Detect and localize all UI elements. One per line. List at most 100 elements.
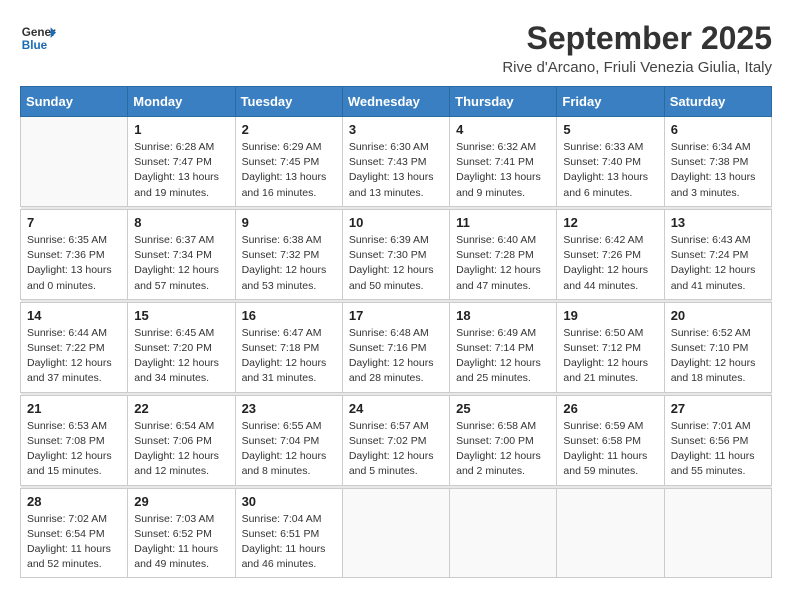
day-info: Sunrise: 6:55 AMSunset: 7:04 PMDaylight:…	[242, 419, 336, 480]
day-number: 24	[349, 401, 443, 416]
calendar-week-row: 14Sunrise: 6:44 AMSunset: 7:22 PMDayligh…	[21, 302, 772, 392]
calendar-week-row: 28 Sunrise: 7:02 AMSunset: 6:54 PMDayligh…	[21, 488, 772, 578]
day-info: Sunrise: 6:45 AMSunset: 7:20 PMDaylight:…	[134, 326, 228, 387]
calendar-cell: 8 Sunrise: 6:37 AMSunset: 7:34 PMDaylight…	[128, 209, 235, 299]
calendar-cell: 30 Sunrise: 7:04 AMSunset: 6:51 PMDayligh…	[235, 488, 342, 578]
day-info: Sunrise: 6:58 AMSunset: 7:00 PMDaylight:…	[456, 419, 550, 480]
day-number: 7	[27, 215, 121, 230]
calendar-week-row: 21 Sunrise: 6:53 AMSunset: 7:08 PMDayligh…	[21, 395, 772, 485]
day-number: 23	[242, 401, 336, 416]
calendar-cell: 26 Sunrise: 6:59 AMSunset: 6:58 PMDayligh…	[557, 395, 664, 485]
calendar-cell: 13 Sunrise: 6:43 AMSunset: 7:24 PMDayligh…	[664, 209, 771, 299]
day-number: 26	[563, 401, 657, 416]
day-info: Sunrise: 6:53 AMSunset: 7:08 PMDaylight:…	[27, 419, 121, 480]
calendar-cell: 21 Sunrise: 6:53 AMSunset: 7:08 PMDayligh…	[21, 395, 128, 485]
day-info: Sunrise: 6:37 AMSunset: 7:34 PMDaylight:…	[134, 233, 228, 294]
calendar-title: September 2025	[502, 20, 772, 57]
calendar-cell: 24 Sunrise: 6:57 AMSunset: 7:02 PMDayligh…	[342, 395, 449, 485]
day-number: 16	[242, 308, 336, 323]
page-header: General Blue September 2025 Rive d'Arcan…	[20, 20, 772, 76]
calendar-table: SundayMondayTuesdayWednesdayThursdayFrid…	[20, 86, 772, 578]
day-number: 18	[456, 308, 550, 323]
day-number: 27	[671, 401, 765, 416]
calendar-cell: 23 Sunrise: 6:55 AMSunset: 7:04 PMDayligh…	[235, 395, 342, 485]
calendar-cell: 11Sunrise: 6:40 AMSunset: 7:28 PMDayligh…	[450, 209, 557, 299]
day-info: Sunrise: 6:39 AMSunset: 7:30 PMDaylight:…	[349, 233, 443, 294]
calendar-cell: 3 Sunrise: 6:30 AMSunset: 7:43 PMDaylight…	[342, 117, 449, 207]
logo: General Blue	[20, 20, 56, 56]
calendar-cell: 25 Sunrise: 6:58 AMSunset: 7:00 PMDayligh…	[450, 395, 557, 485]
calendar-cell	[450, 488, 557, 578]
day-info: Sunrise: 6:34 AMSunset: 7:38 PMDaylight:…	[671, 140, 765, 201]
day-number: 29	[134, 494, 228, 509]
day-number: 6	[671, 122, 765, 137]
calendar-subtitle: Rive d'Arcano, Friuli Venezia Giulia, It…	[502, 59, 772, 76]
day-info: Sunrise: 6:29 AMSunset: 7:45 PMDaylight:…	[242, 140, 336, 201]
day-info: Sunrise: 6:32 AMSunset: 7:41 PMDaylight:…	[456, 140, 550, 201]
day-info: Sunrise: 7:01 AMSunset: 6:56 PMDaylight:…	[671, 419, 765, 480]
day-number: 8	[134, 215, 228, 230]
day-number: 28	[27, 494, 121, 509]
day-number: 21	[27, 401, 121, 416]
day-info: Sunrise: 6:57 AMSunset: 7:02 PMDaylight:…	[349, 419, 443, 480]
calendar-cell: 2 Sunrise: 6:29 AMSunset: 7:45 PMDaylight…	[235, 117, 342, 207]
calendar-cell: 27 Sunrise: 7:01 AMSunset: 6:56 PMDayligh…	[664, 395, 771, 485]
column-header-tuesday: Tuesday	[235, 87, 342, 117]
day-info: Sunrise: 6:30 AMSunset: 7:43 PMDaylight:…	[349, 140, 443, 201]
day-number: 20	[671, 308, 765, 323]
svg-text:Blue: Blue	[22, 39, 48, 52]
day-info: Sunrise: 6:48 AMSunset: 7:16 PMDaylight:…	[349, 326, 443, 387]
calendar-cell: 10 Sunrise: 6:39 AMSunset: 7:30 PMDayligh…	[342, 209, 449, 299]
day-number: 4	[456, 122, 550, 137]
day-info: Sunrise: 7:02 AMSunset: 6:54 PMDaylight:…	[27, 512, 121, 573]
day-number: 13	[671, 215, 765, 230]
day-number: 12	[563, 215, 657, 230]
calendar-cell	[21, 117, 128, 207]
day-number: 5	[563, 122, 657, 137]
calendar-cell: 15 Sunrise: 6:45 AMSunset: 7:20 PMDayligh…	[128, 302, 235, 392]
day-info: Sunrise: 6:50 AMSunset: 7:12 PMDaylight:…	[563, 326, 657, 387]
calendar-cell	[557, 488, 664, 578]
calendar-cell: 5 Sunrise: 6:33 AMSunset: 7:40 PMDaylight…	[557, 117, 664, 207]
day-info: Sunrise: 6:43 AMSunset: 7:24 PMDaylight:…	[671, 233, 765, 294]
day-info: Sunrise: 6:38 AMSunset: 7:32 PMDaylight:…	[242, 233, 336, 294]
day-info: Sunrise: 6:59 AMSunset: 6:58 PMDaylight:…	[563, 419, 657, 480]
day-info: Sunrise: 6:40 AMSunset: 7:28 PMDaylight:…	[456, 233, 550, 294]
logo-icon: General Blue	[20, 20, 56, 56]
column-header-sunday: Sunday	[21, 87, 128, 117]
column-header-saturday: Saturday	[664, 87, 771, 117]
calendar-cell: 17 Sunrise: 6:48 AMSunset: 7:16 PMDayligh…	[342, 302, 449, 392]
day-info: Sunrise: 6:33 AMSunset: 7:40 PMDaylight:…	[563, 140, 657, 201]
calendar-cell: 29 Sunrise: 7:03 AMSunset: 6:52 PMDayligh…	[128, 488, 235, 578]
calendar-cell: 28 Sunrise: 7:02 AMSunset: 6:54 PMDayligh…	[21, 488, 128, 578]
day-info: Sunrise: 6:49 AMSunset: 7:14 PMDaylight:…	[456, 326, 550, 387]
calendar-cell: 16Sunrise: 6:47 AMSunset: 7:18 PMDayligh…	[235, 302, 342, 392]
day-number: 22	[134, 401, 228, 416]
calendar-cell: 22Sunrise: 6:54 AMSunset: 7:06 PMDayligh…	[128, 395, 235, 485]
calendar-cell: 18 Sunrise: 6:49 AMSunset: 7:14 PMDayligh…	[450, 302, 557, 392]
day-info: Sunrise: 6:52 AMSunset: 7:10 PMDaylight:…	[671, 326, 765, 387]
day-number: 17	[349, 308, 443, 323]
calendar-cell	[342, 488, 449, 578]
day-number: 30	[242, 494, 336, 509]
calendar-cell: 9Sunrise: 6:38 AMSunset: 7:32 PMDaylight…	[235, 209, 342, 299]
calendar-cell: 14Sunrise: 6:44 AMSunset: 7:22 PMDayligh…	[21, 302, 128, 392]
day-info: Sunrise: 7:03 AMSunset: 6:52 PMDaylight:…	[134, 512, 228, 573]
day-info: Sunrise: 7:04 AMSunset: 6:51 PMDaylight:…	[242, 512, 336, 573]
calendar-cell: 7 Sunrise: 6:35 AMSunset: 7:36 PMDaylight…	[21, 209, 128, 299]
column-header-friday: Friday	[557, 87, 664, 117]
day-number: 25	[456, 401, 550, 416]
calendar-week-row: 7 Sunrise: 6:35 AMSunset: 7:36 PMDaylight…	[21, 209, 772, 299]
day-info: Sunrise: 6:28 AMSunset: 7:47 PMDaylight:…	[134, 140, 228, 201]
day-number: 3	[349, 122, 443, 137]
day-info: Sunrise: 6:35 AMSunset: 7:36 PMDaylight:…	[27, 233, 121, 294]
calendar-cell: 19Sunrise: 6:50 AMSunset: 7:12 PMDayligh…	[557, 302, 664, 392]
day-number: 1	[134, 122, 228, 137]
day-number: 10	[349, 215, 443, 230]
calendar-header-row: SundayMondayTuesdayWednesdayThursdayFrid…	[21, 87, 772, 117]
column-header-monday: Monday	[128, 87, 235, 117]
calendar-cell: 6 Sunrise: 6:34 AMSunset: 7:38 PMDaylight…	[664, 117, 771, 207]
day-number: 14	[27, 308, 121, 323]
day-number: 15	[134, 308, 228, 323]
day-number: 2	[242, 122, 336, 137]
